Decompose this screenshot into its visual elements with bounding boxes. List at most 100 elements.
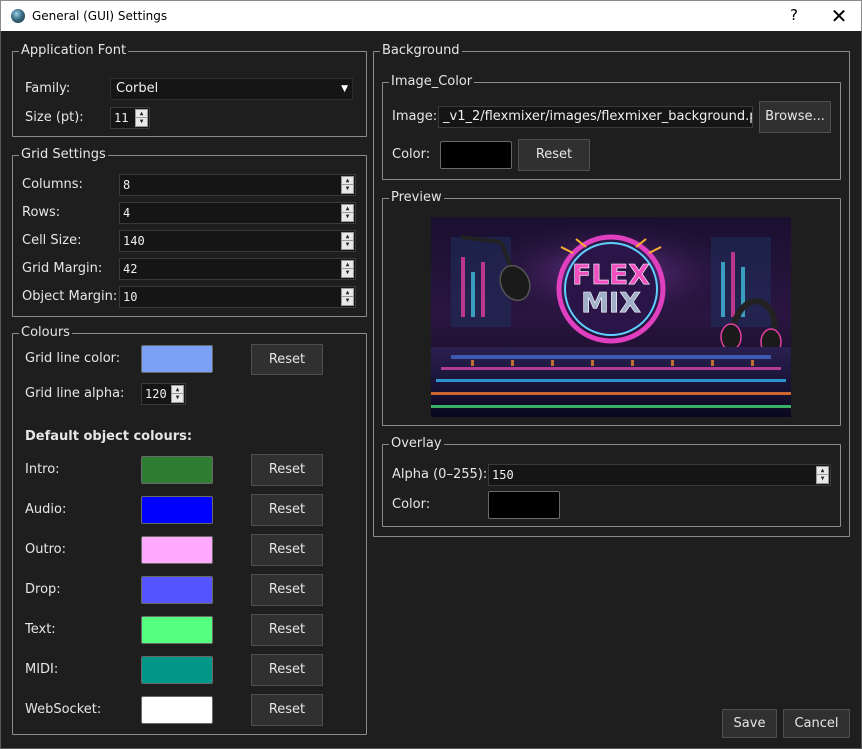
spin-buttons[interactable]: ▲ ▼	[816, 466, 829, 484]
cancel-button[interactable]: Cancel	[783, 709, 850, 738]
font-size-spinbox[interactable]: 11 ▲ ▼	[110, 107, 150, 129]
image-path-value: _v1_2/flexmixer/images/flexmixer_backgro…	[443, 109, 753, 124]
rows-label: Rows:	[22, 205, 61, 220]
overlay-alpha-spinbox[interactable]: 150 ▲ ▼	[488, 464, 831, 486]
spin-up-icon[interactable]: ▲	[136, 110, 147, 118]
grid-line-alpha-spinbox[interactable]: 120 ▲ ▼	[141, 383, 186, 405]
drop-color-reset-button[interactable]: Reset	[251, 574, 323, 606]
spin-up-icon[interactable]: ▲	[342, 177, 353, 185]
columns-spinbox[interactable]: 8 ▲ ▼	[119, 174, 356, 196]
spin-down-icon[interactable]: ▼	[342, 241, 353, 249]
spin-down-icon[interactable]: ▼	[342, 185, 353, 193]
cell-size-spinbox[interactable]: 140 ▲ ▼	[119, 230, 356, 252]
cell-size-label: Cell Size:	[22, 233, 82, 248]
intro-color-label: Intro:	[25, 462, 60, 477]
font-size-value: 11	[114, 111, 129, 125]
spin-down-icon[interactable]: ▼	[817, 475, 828, 483]
background-color-reset-button[interactable]: Reset	[518, 139, 590, 171]
spin-buttons[interactable]: ▲ ▼	[341, 232, 354, 250]
spin-down-icon[interactable]: ▼	[342, 269, 353, 277]
font-family-value: Corbel	[116, 81, 159, 96]
close-button[interactable]: ✕	[825, 3, 853, 29]
midi-color-swatch[interactable]	[141, 656, 213, 684]
preview-illustration: FLEX MIX	[431, 217, 791, 417]
outro-color-reset-button[interactable]: Reset	[251, 534, 323, 566]
websocket-color-reset-button[interactable]: Reset	[251, 694, 323, 726]
chevron-down-icon: ▼	[341, 84, 348, 94]
preview-logo-line2: MIX	[581, 286, 641, 319]
title-bar: General (GUI) Settings ? ✕	[0, 0, 862, 31]
overlay-alpha-label: Alpha (0–255):	[392, 467, 488, 482]
cell-size-value: 140	[123, 234, 145, 248]
spin-down-icon[interactable]: ▼	[172, 394, 183, 402]
spin-buttons[interactable]: ▲ ▼	[341, 176, 354, 194]
background-color-label: Color:	[392, 147, 431, 162]
drop-color-label: Drop:	[25, 582, 61, 597]
rows-value: 4	[123, 206, 131, 220]
spin-buttons[interactable]: ▲ ▼	[341, 204, 354, 222]
background-preview-image: FLEX MIX	[431, 217, 791, 417]
spin-buttons[interactable]: ▲ ▼	[341, 288, 354, 306]
intro-color-reset-button[interactable]: Reset	[251, 454, 323, 486]
grid-line-alpha-label: Grid line alpha:	[25, 386, 125, 401]
font-family-label: Family:	[25, 81, 71, 96]
image-label: Image:	[392, 109, 438, 124]
overlay-color-swatch[interactable]	[488, 491, 560, 519]
image-path-field[interactable]: _v1_2/flexmixer/images/flexmixer_backgro…	[438, 106, 753, 128]
spin-up-icon[interactable]: ▲	[342, 205, 353, 213]
audio-color-swatch[interactable]	[141, 496, 213, 524]
outro-color-label: Outro:	[25, 542, 66, 557]
spin-buttons[interactable]: ▲ ▼	[135, 109, 148, 127]
text-color-reset-button[interactable]: Reset	[251, 614, 323, 646]
drop-color-swatch[interactable]	[141, 576, 213, 604]
grid-line-color-reset-button[interactable]: Reset	[251, 344, 323, 375]
overlay-legend: Overlay	[389, 436, 444, 452]
audio-color-label: Audio:	[25, 502, 67, 517]
grid-margin-value: 42	[123, 262, 138, 276]
grid-margin-spinbox[interactable]: 42 ▲ ▼	[119, 258, 356, 280]
application-font-legend: Application Font	[19, 43, 129, 59]
spin-down-icon[interactable]: ▼	[136, 118, 147, 126]
image-color-legend: Image_Color	[389, 74, 475, 90]
object-margin-label: Object Margin:	[22, 289, 118, 304]
spin-down-icon[interactable]: ▼	[342, 297, 353, 305]
grid-margin-label: Grid Margin:	[22, 261, 103, 276]
background-legend: Background	[380, 43, 462, 59]
overlay-color-label: Color:	[392, 497, 431, 512]
columns-value: 8	[123, 178, 131, 192]
text-color-label: Text:	[25, 622, 56, 637]
spin-up-icon[interactable]: ▲	[342, 289, 353, 297]
midi-color-reset-button[interactable]: Reset	[251, 654, 323, 686]
spin-up-icon[interactable]: ▲	[817, 467, 828, 475]
colours-legend: Colours	[19, 325, 72, 341]
spin-up-icon[interactable]: ▲	[172, 386, 183, 394]
spin-buttons[interactable]: ▲ ▼	[171, 385, 184, 403]
browse-button[interactable]: Browse...	[759, 101, 831, 133]
websocket-color-label: WebSocket:	[25, 702, 102, 717]
grid-settings-legend: Grid Settings	[19, 147, 108, 163]
help-button[interactable]: ?	[785, 6, 803, 26]
spin-up-icon[interactable]: ▲	[342, 233, 353, 241]
save-button[interactable]: Save	[722, 709, 777, 738]
outro-color-swatch[interactable]	[141, 536, 213, 564]
spin-buttons[interactable]: ▲ ▼	[341, 260, 354, 278]
preview-legend: Preview	[389, 190, 444, 206]
grid-line-color-swatch[interactable]	[141, 345, 213, 373]
spin-down-icon[interactable]: ▼	[342, 213, 353, 221]
object-margin-value: 10	[123, 290, 138, 304]
rows-spinbox[interactable]: 4 ▲ ▼	[119, 202, 356, 224]
columns-label: Columns:	[22, 177, 83, 192]
app-icon	[11, 9, 25, 23]
grid-line-color-label: Grid line color:	[25, 351, 121, 366]
overlay-alpha-value: 150	[492, 468, 514, 482]
font-size-label: Size (pt):	[25, 110, 84, 125]
window-title: General (GUI) Settings	[32, 9, 168, 23]
websocket-color-swatch[interactable]	[141, 696, 213, 724]
text-color-swatch[interactable]	[141, 616, 213, 644]
font-family-combo[interactable]: Corbel ▼	[110, 78, 353, 100]
background-color-swatch[interactable]	[440, 141, 512, 169]
audio-color-reset-button[interactable]: Reset	[251, 494, 323, 526]
intro-color-swatch[interactable]	[141, 456, 213, 484]
spin-up-icon[interactable]: ▲	[342, 261, 353, 269]
object-margin-spinbox[interactable]: 10 ▲ ▼	[119, 286, 356, 308]
